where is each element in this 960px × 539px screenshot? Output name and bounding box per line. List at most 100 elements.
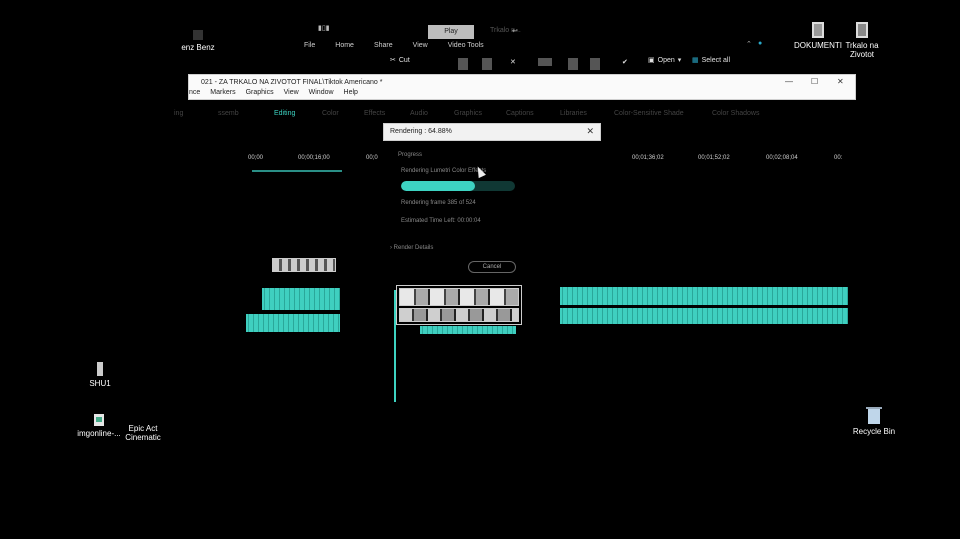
render-details-label: Render Details bbox=[393, 245, 434, 251]
tab-audio[interactable]: Audio bbox=[410, 110, 428, 117]
ruler-tick: 00;0 bbox=[366, 155, 378, 161]
ruler-tick: 00;00 bbox=[248, 155, 264, 161]
desktop-icon-label: Recycle Bin bbox=[852, 427, 896, 436]
render-details-toggle[interactable]: › Render Details bbox=[390, 245, 433, 251]
desktop-icon-imgonline[interactable]: imgonline-... bbox=[74, 414, 124, 438]
file-icon bbox=[94, 414, 104, 426]
desktop-icon-label-line1: Epic Act bbox=[128, 424, 158, 433]
tab-editing[interactable]: Editing bbox=[274, 110, 295, 117]
menu-window[interactable]: Window bbox=[309, 89, 334, 96]
timeline-playhead[interactable] bbox=[394, 290, 396, 402]
tab-libraries[interactable]: Libraries bbox=[560, 110, 587, 117]
audio-waveform-center[interactable] bbox=[420, 326, 516, 334]
ribbon-tabs: File Home Share View Video Tools bbox=[304, 42, 504, 54]
desktop-icon-trkalo[interactable]: Trkalo na Zivotot bbox=[838, 22, 886, 59]
desktop-icon-mercedes[interactable]: enz Benz bbox=[178, 30, 218, 52]
rename-icon[interactable] bbox=[538, 58, 552, 66]
help-icon[interactable]: ● bbox=[758, 40, 762, 47]
open-label: Open bbox=[657, 56, 675, 64]
scissors-icon: ✂ bbox=[390, 57, 396, 64]
mouse-cursor bbox=[474, 164, 486, 179]
progress-header: Progress bbox=[398, 152, 423, 158]
select-all-button[interactable]: ▦ Select all bbox=[692, 56, 730, 65]
close-icon[interactable]: ✕ bbox=[837, 77, 844, 86]
open-icon: ▣ bbox=[648, 57, 655, 64]
clip-thumbnail bbox=[399, 308, 519, 322]
desktop-icon-shu[interactable]: SHU1 bbox=[80, 362, 120, 388]
new-folder-icon[interactable] bbox=[568, 58, 578, 70]
menu-view[interactable]: View bbox=[284, 89, 299, 96]
move-to-icon[interactable] bbox=[458, 58, 468, 70]
desktop-icon-label: enz Benz bbox=[181, 43, 215, 52]
cut-button[interactable]: ✂ Cut bbox=[390, 56, 410, 65]
audio-waveform-right-a[interactable] bbox=[560, 287, 848, 305]
desktop-icon-label-line2: Zivotot bbox=[849, 50, 874, 59]
tab-captions[interactable]: Captions bbox=[506, 110, 534, 117]
tab-workspace-b[interactable]: Color Shadows bbox=[712, 110, 759, 117]
audio-waveform-right-b[interactable] bbox=[560, 308, 848, 324]
tab-graphics[interactable]: Graphics bbox=[454, 110, 482, 117]
time-left-text: Estimated Time Left: 00:00:04 bbox=[401, 218, 481, 224]
tab-share[interactable]: Share bbox=[374, 42, 393, 54]
work-area-bar[interactable] bbox=[252, 170, 342, 172]
desktop-icon-recycle-bin[interactable]: Recycle Bin bbox=[850, 406, 898, 436]
tab-video-tools[interactable]: Video Tools bbox=[448, 42, 484, 54]
frame-count-text: Rendering frame 385 of 524 bbox=[401, 200, 476, 206]
new-item-icon[interactable] bbox=[590, 58, 600, 70]
chevron-down-icon: ▾ bbox=[677, 57, 682, 64]
ruler-tick: 00;01;52;02 bbox=[698, 155, 730, 161]
tab-color[interactable]: Color bbox=[322, 110, 339, 117]
maximize-icon[interactable]: ☐ bbox=[811, 77, 818, 86]
desktop-icon-label: DOKUMENTI bbox=[794, 41, 842, 50]
menu-graphics[interactable]: Graphics bbox=[246, 89, 274, 96]
render-dialog-titlebar: Rendering : 64.88% ✕ bbox=[383, 123, 601, 141]
ruler-tick: 00;01;36;02 bbox=[632, 155, 664, 161]
tab-play[interactable]: Play bbox=[428, 25, 474, 39]
desktop-icon-label: imgonline-... bbox=[77, 429, 121, 438]
copy-icon[interactable]: ▮▯▮ bbox=[318, 24, 330, 32]
menu-markers[interactable]: Markers bbox=[210, 89, 235, 96]
editor-titlebar: 021 - ZA TRKALO NA ZIVOTOT FINAL\Tiktok … bbox=[188, 74, 856, 100]
app-icon bbox=[193, 30, 203, 40]
render-progress-bar bbox=[401, 181, 515, 191]
tab-file[interactable]: File bbox=[304, 42, 315, 54]
ruler-tick: 00;02;08;04 bbox=[766, 155, 798, 161]
desktop-icon-label-line1: Trkalo na bbox=[845, 41, 879, 50]
audio-waveform-left-a[interactable] bbox=[262, 288, 340, 310]
desktop-icon-label-line2: Cinematic bbox=[125, 433, 161, 442]
tab-view[interactable]: View bbox=[413, 42, 428, 54]
editor-title: 021 - ZA TRKALO NA ZIVOTOT FINAL\Tiktok … bbox=[201, 79, 383, 86]
cancel-button[interactable]: Cancel bbox=[468, 261, 516, 273]
copy-to-icon[interactable] bbox=[482, 58, 492, 70]
desktop-icon-label: SHU1 bbox=[89, 379, 111, 388]
desktop-icon-dokumenti[interactable]: DOKUMENTI bbox=[793, 22, 843, 50]
ruler-tick: 00: bbox=[834, 155, 843, 161]
video-clip-center[interactable] bbox=[396, 285, 522, 325]
menu-help[interactable]: Help bbox=[344, 89, 358, 96]
explorer-toolstrip: ✂ Cut ✕ ✔ ▣ Open ▾ ▦ Select all bbox=[360, 56, 740, 76]
document-icon bbox=[812, 22, 824, 38]
tab-effects[interactable]: Effects bbox=[364, 110, 385, 117]
undo-icon[interactable]: ↩ bbox=[512, 27, 518, 35]
tab-workspace-a[interactable]: Color-Sensitive Shade bbox=[614, 110, 684, 117]
file-icon bbox=[97, 362, 103, 376]
open-button[interactable]: ▣ Open ▾ bbox=[648, 56, 682, 65]
chevron-right-icon: › bbox=[390, 245, 392, 251]
minimize-icon[interactable]: — bbox=[785, 77, 793, 86]
cut-label: Cut bbox=[398, 56, 410, 64]
audio-waveform-left-b[interactable] bbox=[246, 314, 340, 332]
document-icon bbox=[856, 22, 868, 38]
tab-learning[interactable]: ing bbox=[174, 110, 183, 117]
video-clip-left[interactable] bbox=[268, 258, 340, 280]
delete-icon[interactable]: ✕ bbox=[510, 58, 516, 66]
close-icon[interactable]: ✕ bbox=[586, 126, 594, 137]
tab-home[interactable]: Home bbox=[335, 42, 354, 54]
tab-assembly[interactable]: ssemb bbox=[218, 110, 239, 117]
clip-thumbnail bbox=[399, 288, 519, 306]
recycle-bin-icon bbox=[866, 407, 882, 424]
desktop-icon-epic-act[interactable]: Epic Act Cinematic bbox=[118, 424, 168, 442]
menu-sequence[interactable]: nce bbox=[189, 89, 200, 96]
ribbon-collapse-icon[interactable]: ⌃ bbox=[746, 40, 752, 48]
render-dialog-title: Rendering : 64.88% bbox=[390, 128, 452, 135]
properties-icon[interactable]: ✔ bbox=[622, 58, 628, 66]
